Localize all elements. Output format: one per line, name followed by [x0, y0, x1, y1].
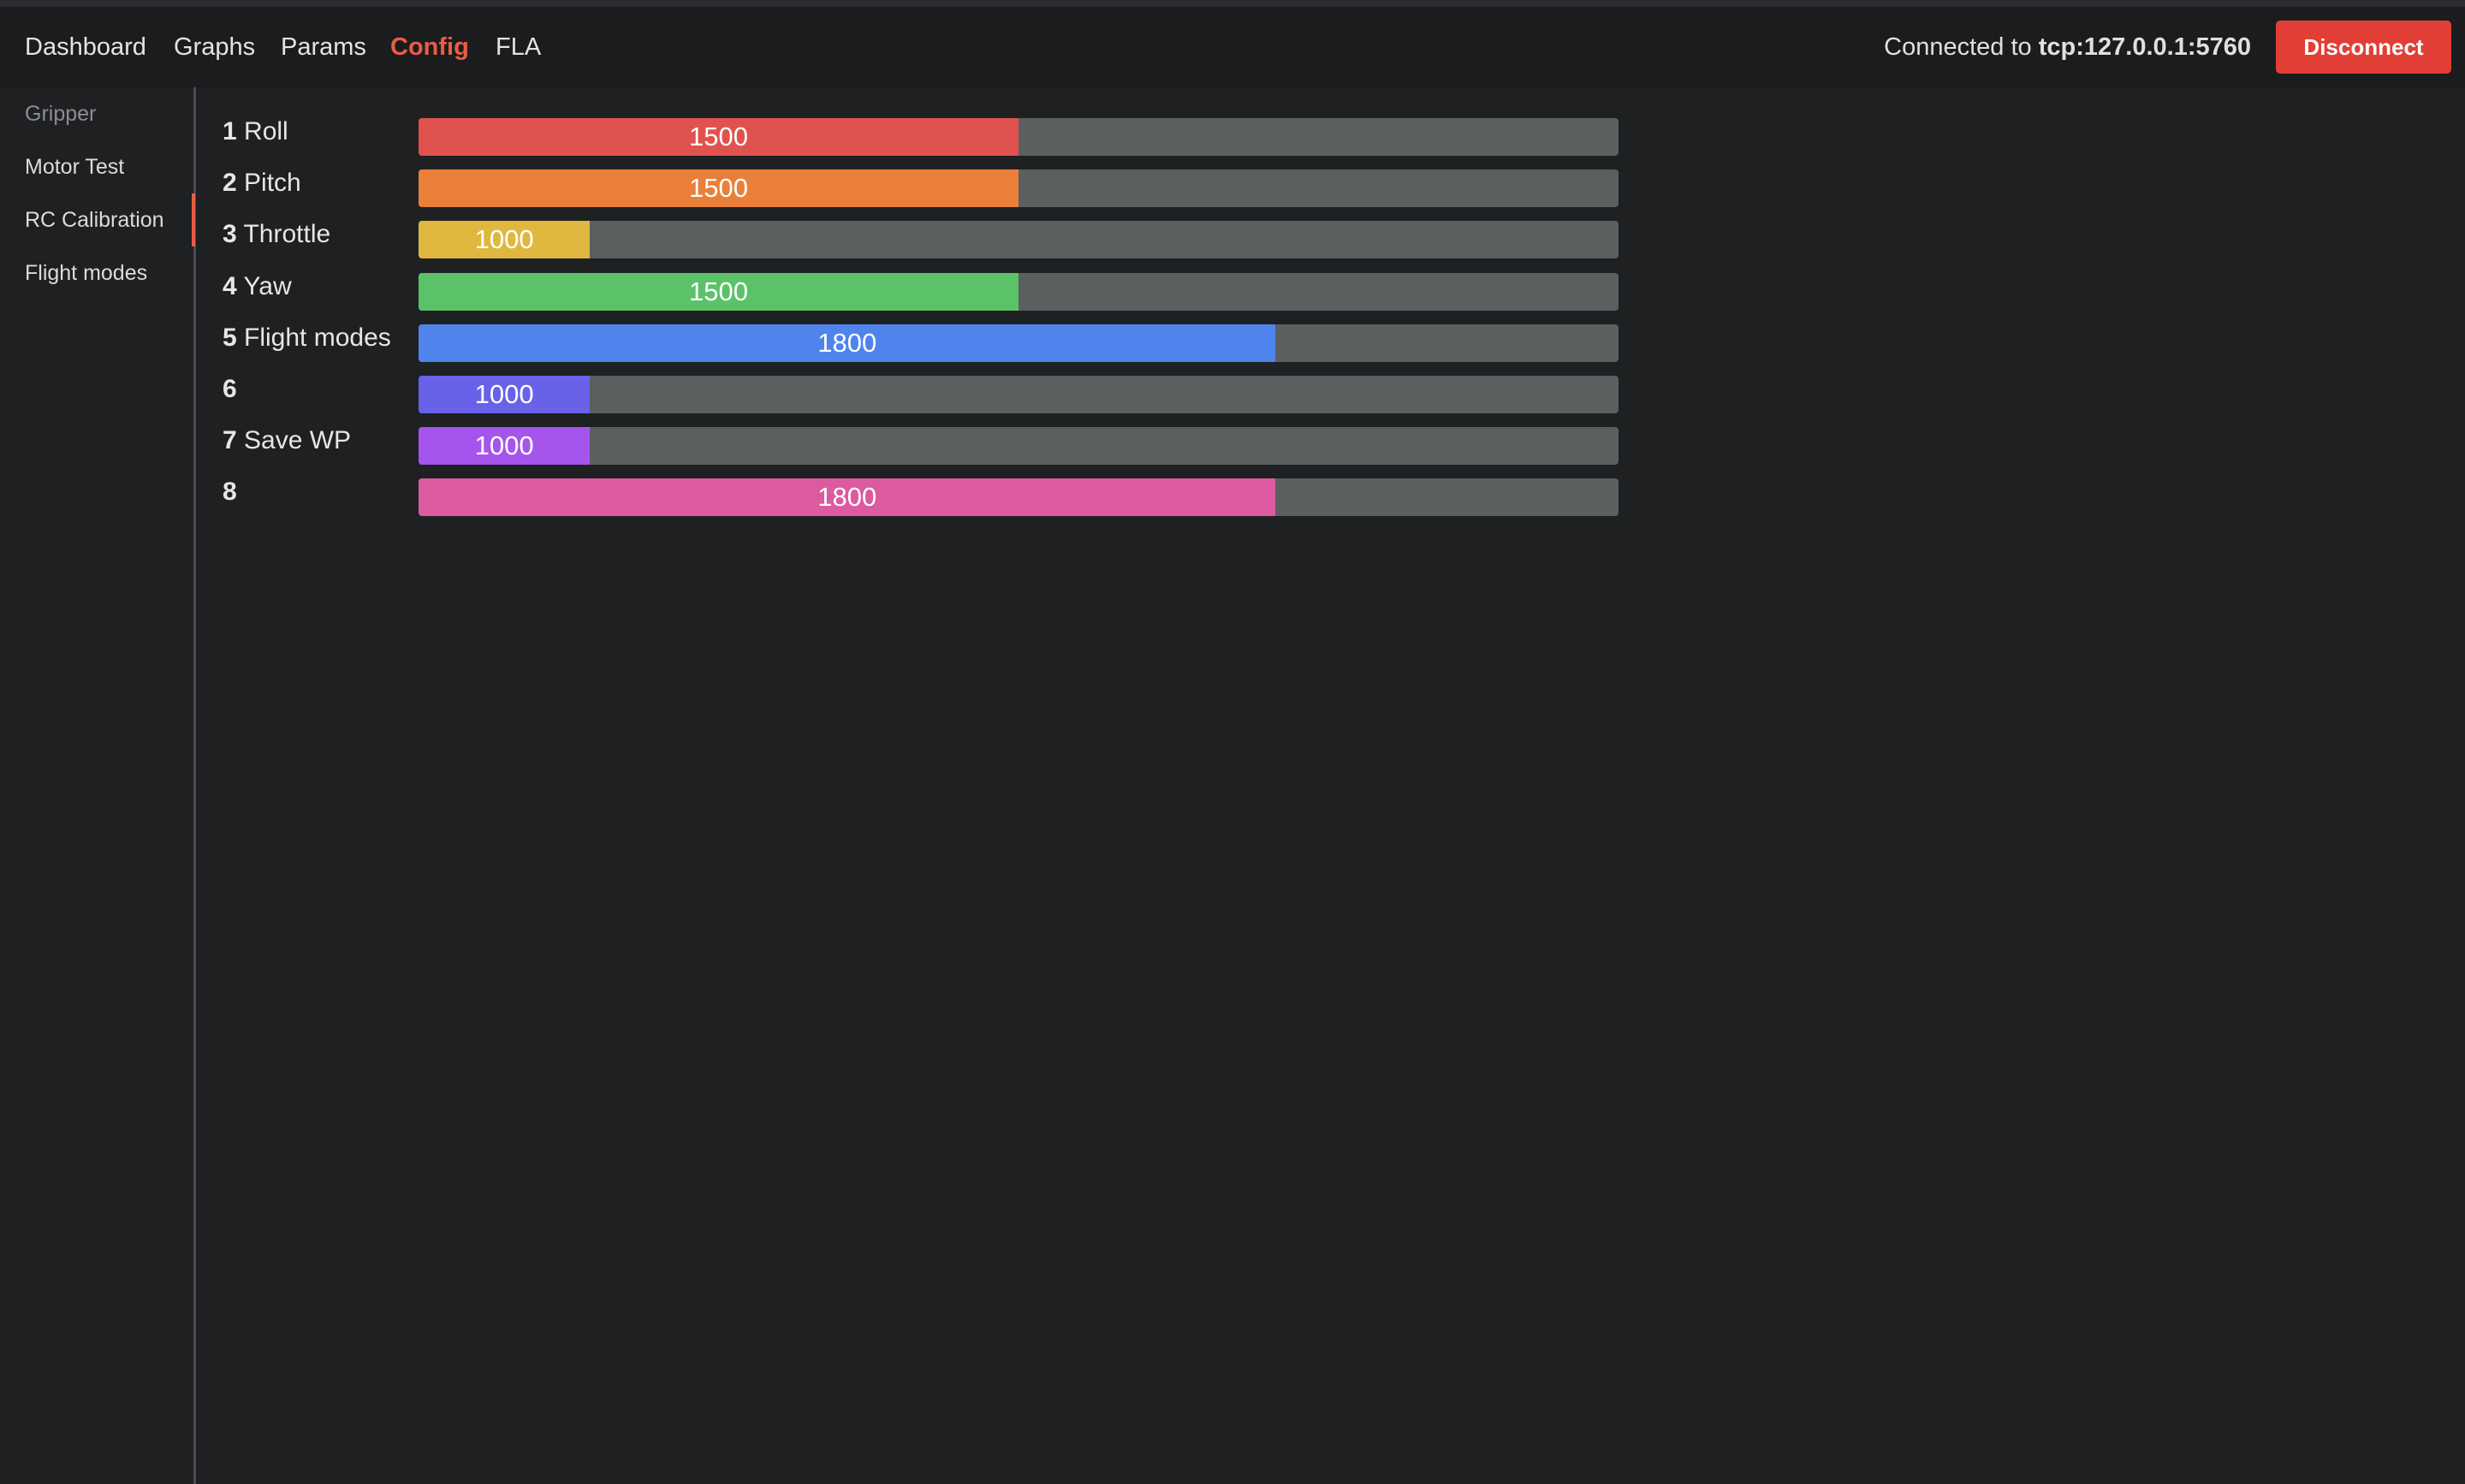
- connection-prefix: Connected to: [1884, 33, 2032, 61]
- nav-fla[interactable]: FLA: [496, 33, 541, 62]
- channel-bar-track: 1500: [419, 118, 1619, 156]
- channel-bar-fill: 1500: [419, 118, 1019, 156]
- rc-channel-row: 6 1000: [223, 372, 1626, 413]
- channel-value: 1000: [474, 430, 534, 460]
- rc-channel-row: 4 Yaw 1500: [223, 270, 1626, 311]
- channel-number: 6: [223, 375, 237, 403]
- channel-label: 2 Pitch: [223, 168, 301, 199]
- channel-value: 1500: [689, 122, 748, 151]
- channel-name: Yaw: [243, 272, 292, 300]
- sidebar-active-indicator: [192, 193, 195, 246]
- channel-label: 4 Yaw: [223, 271, 292, 302]
- channel-name: Throttle: [243, 220, 331, 248]
- channel-number: 8: [223, 478, 237, 506]
- rc-channel-row: 8 1800: [223, 475, 1626, 516]
- channel-label: 1 Roll: [223, 116, 288, 147]
- channel-number: 7: [223, 426, 237, 454]
- channel-label: 6: [223, 374, 237, 405]
- channel-value: 1000: [474, 379, 534, 409]
- nav-config[interactable]: Config: [390, 33, 469, 62]
- sidebar-item-gripper: Gripper: [25, 102, 97, 126]
- sidebar-item-flight-modes[interactable]: Flight modes: [25, 260, 147, 286]
- channel-name: Roll: [244, 117, 288, 145]
- channel-label: 7 Save WP: [223, 425, 351, 456]
- channel-bar-track: 1500: [419, 169, 1619, 207]
- connection-address: tcp:127.0.0.1:5760: [2038, 33, 2251, 61]
- config-sidebar: Gripper Motor Test RC Calibration Flight…: [0, 87, 196, 1484]
- channel-bar-fill: 1800: [419, 324, 1276, 362]
- rc-channel-row: 3 Throttle 1000: [223, 217, 1626, 258]
- channel-bar-track: 1000: [419, 376, 1619, 413]
- channel-number: 4: [223, 272, 237, 300]
- channel-bar-fill: 1800: [419, 478, 1276, 516]
- channel-name: Pitch: [244, 169, 301, 197]
- channel-value: 1800: [817, 328, 877, 358]
- channel-label: 5 Flight modes: [223, 323, 391, 353]
- sidebar-item-rc-calibration[interactable]: RC Calibration: [25, 207, 164, 233]
- channel-value: 1800: [817, 482, 877, 512]
- disconnect-button[interactable]: Disconnect: [2276, 21, 2451, 74]
- channel-label: 3 Throttle: [223, 219, 330, 250]
- connection-status: Connected to tcp:127.0.0.1:5760: [1884, 33, 2251, 62]
- channel-bar-track: 1800: [419, 478, 1619, 516]
- channel-bar-track: 1800: [419, 324, 1619, 362]
- channel-bar-track: 1000: [419, 427, 1619, 465]
- channel-bar-fill: 1500: [419, 273, 1019, 311]
- channel-value: 1000: [474, 224, 534, 254]
- nav-params[interactable]: Params: [281, 33, 366, 62]
- sidebar-item-motor-test[interactable]: Motor Test: [25, 154, 124, 180]
- channel-value: 1500: [689, 173, 748, 203]
- channel-bar-fill: 1000: [419, 221, 591, 258]
- channel-bar-track: 1000: [419, 221, 1619, 258]
- channel-name: Flight modes: [244, 324, 391, 352]
- channel-number: 2: [223, 169, 237, 197]
- channel-label: 8: [223, 477, 237, 508]
- top-navbar: Dashboard Graphs Params Config FLA Conne…: [0, 7, 2465, 87]
- channel-bar-fill: 1000: [419, 427, 591, 465]
- rc-channel-row: 7 Save WP 1000: [223, 424, 1626, 465]
- channel-number: 5: [223, 324, 237, 352]
- channel-number: 3: [223, 220, 237, 248]
- rc-channel-row: 2 Pitch 1500: [223, 166, 1626, 207]
- nav-dashboard[interactable]: Dashboard: [25, 33, 146, 62]
- rc-channel-row: 5 Flight modes 1800: [223, 321, 1626, 362]
- channel-bar-fill: 1000: [419, 376, 591, 413]
- window-top-strip: [0, 0, 2465, 7]
- channel-bar-fill: 1500: [419, 169, 1019, 207]
- channel-bar-track: 1500: [419, 273, 1619, 311]
- channel-number: 1: [223, 117, 237, 145]
- channel-name: Save WP: [244, 426, 352, 454]
- nav-graphs[interactable]: Graphs: [174, 33, 255, 62]
- rc-channel-row: 1 Roll 1500: [223, 115, 1626, 156]
- channel-value: 1500: [689, 276, 748, 306]
